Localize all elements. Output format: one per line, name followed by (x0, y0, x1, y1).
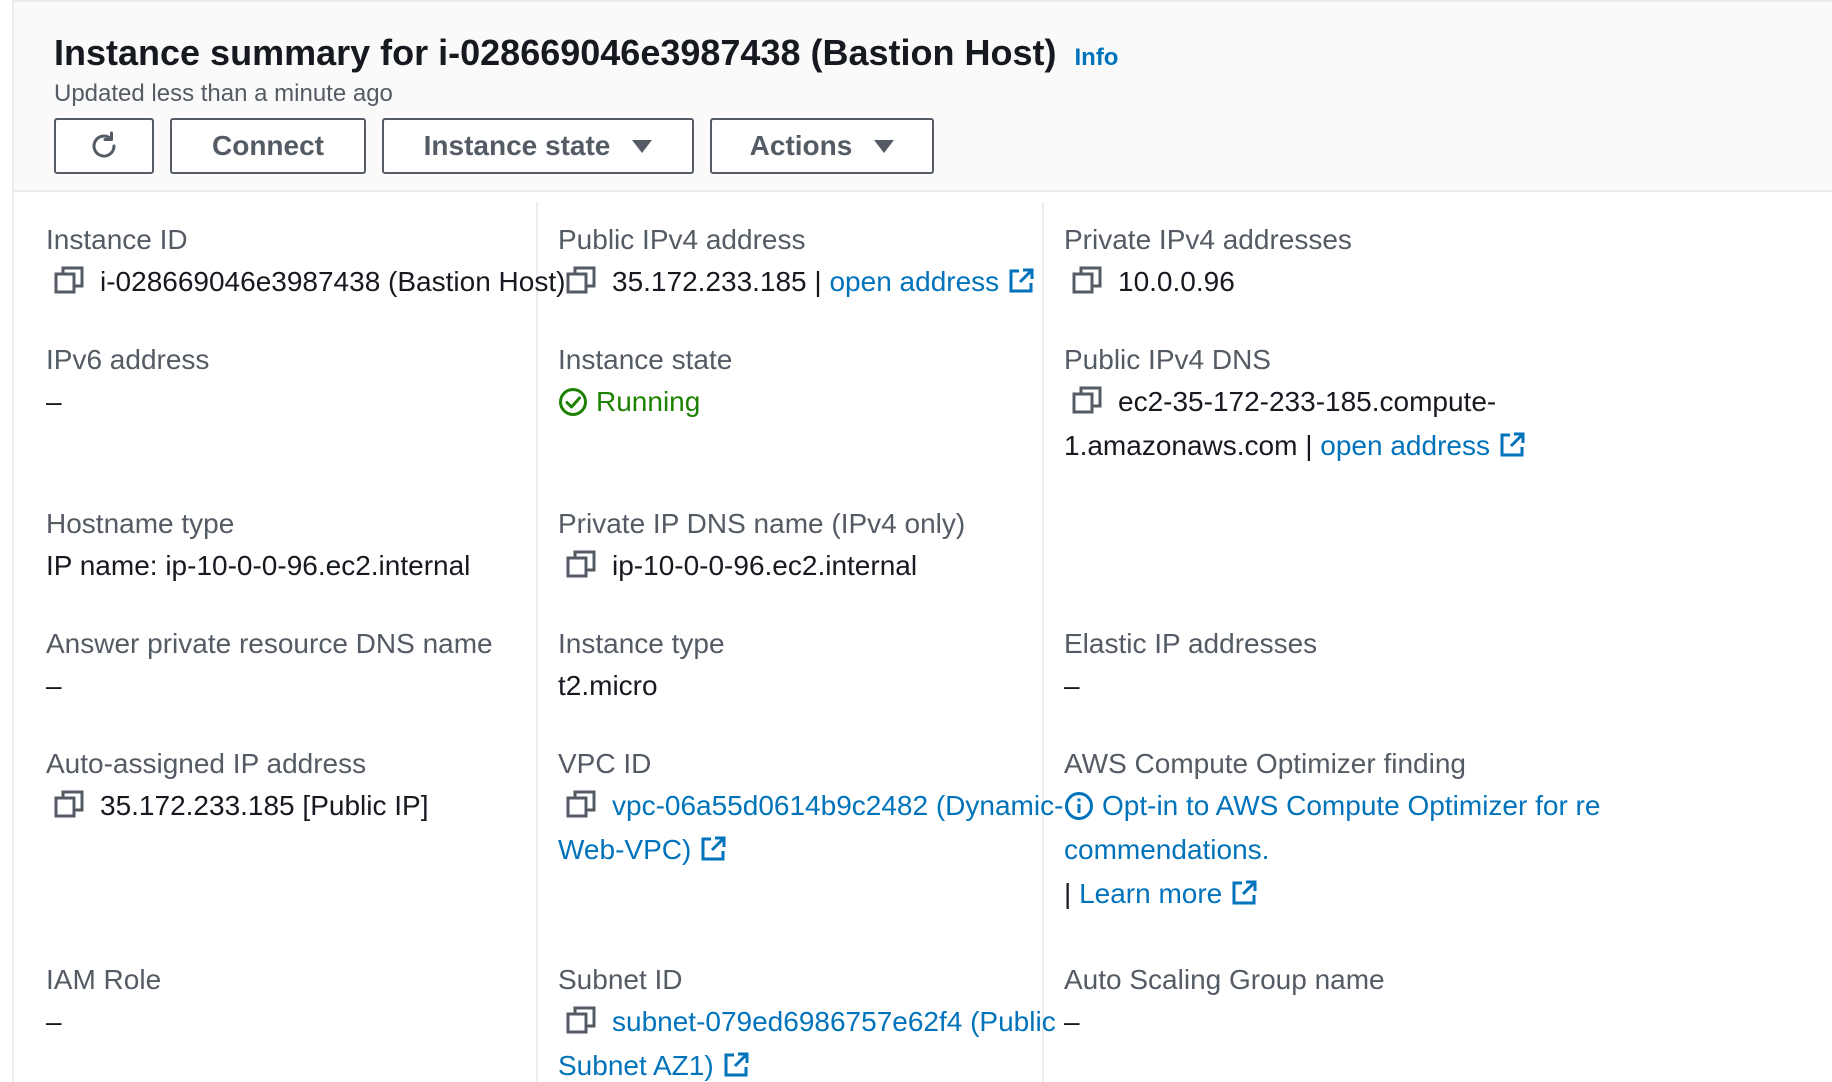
field-label: Elastic IP addresses (1064, 628, 1318, 659)
caret-down-icon (874, 139, 895, 153)
external-link-icon[interactable] (1498, 431, 1526, 459)
vpc-id-link[interactable]: vpc-06a55d0614b9c2482 (Dynamic- (612, 790, 1063, 821)
field-private-dns: Private IP DNS name (IPv4 only) ip-10-0-… (558, 506, 1118, 588)
copy-icon[interactable] (1072, 266, 1104, 294)
field-label: Public IPv4 DNS (1064, 344, 1271, 375)
optimizer-opt-in-link[interactable]: Opt-in to AWS Compute Optimizer for re (1102, 790, 1600, 821)
ipv6-value: – (46, 386, 62, 417)
field-public-ipv4: Public IPv4 address 35.172.233.185 | ope… (558, 222, 1118, 304)
refresh-button[interactable] (54, 118, 154, 174)
subnet-id-link[interactable]: subnet-079ed6986757e62f4 (Public (612, 1006, 1056, 1037)
field-instance-type: Instance type t2.micro (558, 626, 1118, 708)
separator: | (806, 266, 830, 297)
external-link-icon[interactable] (1230, 879, 1258, 907)
field-label: Instance type (558, 628, 725, 659)
external-link-icon[interactable] (1007, 267, 1035, 295)
copy-icon[interactable] (566, 550, 598, 578)
actions-dropdown[interactable]: Actions (710, 118, 934, 174)
external-link-icon[interactable] (722, 1051, 750, 1079)
field-elastic-ip: Elastic IP addresses – (1064, 626, 1624, 708)
field-private-ipv4: Private IPv4 addresses 10.0.0.96 (1064, 222, 1624, 304)
private-ipv4-value: 10.0.0.96 (1118, 266, 1235, 297)
page-title: Instance summary for i-028669046e3987438… (54, 32, 1057, 73)
instance-id-value: i-028669046e3987438 (Bastion Host) (100, 266, 566, 297)
public-dns-value-continued: 1.amazonaws.com (1064, 430, 1298, 461)
check-circle-icon (559, 388, 587, 416)
hostname-type-value: IP name: ip-10-0-0-96.ec2.internal (46, 550, 471, 581)
field-public-dns: Public IPv4 DNS ec2-35-172-233-185.compu… (1064, 342, 1624, 468)
field-optimizer: AWS Compute Optimizer finding Opt-in to … (1064, 746, 1824, 916)
info-circle-icon (1065, 792, 1093, 820)
field-subnet-id: Subnet ID subnet-079ed6986757e62f4 (Publ… (558, 962, 1118, 1082)
field-label: Private IP DNS name (IPv4 only) (558, 508, 966, 539)
separator: | (1297, 430, 1321, 461)
copy-icon[interactable] (54, 266, 86, 294)
refresh-icon (92, 131, 116, 158)
copy-icon[interactable] (54, 790, 86, 818)
instance-state-dropdown[interactable]: Instance state (382, 118, 694, 174)
auto-ip-value: 35.172.233.185 [Public IP] (100, 790, 429, 821)
field-label: Instance state (558, 344, 733, 375)
field-label: Public IPv4 address (558, 224, 806, 255)
instance-state-label: Instance state (423, 130, 611, 161)
open-address-link[interactable]: open address (829, 266, 999, 297)
field-label: AWS Compute Optimizer finding (1064, 748, 1466, 779)
public-dns-value: ec2-35-172-233-185.compute- (1118, 386, 1497, 417)
field-hostname-type: Hostname type IP name: ip-10-0-0-96.ec2.… (46, 506, 606, 588)
instance-state-value: Running (596, 386, 701, 417)
field-auto-ip: Auto-assigned IP address 35.172.233.185 … (46, 746, 606, 828)
answer-dns-value: – (46, 670, 62, 701)
field-answer-dns: Answer private resource DNS name – (46, 626, 606, 708)
field-label: Hostname type (46, 508, 235, 539)
actions-label: Actions (749, 130, 853, 161)
field-iam-role: IAM Role – (46, 962, 606, 1044)
toolbar: Connect Instance state Actions (54, 118, 934, 174)
caret-down-icon (632, 139, 653, 153)
field-instance-id: Instance ID i-028669046e3987438 (Bastion… (46, 222, 606, 304)
optimizer-opt-in-link-continued[interactable]: commendations. (1064, 834, 1269, 865)
elastic-ip-value: – (1064, 670, 1080, 701)
field-asg-name: Auto Scaling Group name – (1064, 962, 1624, 1044)
instance-summary-panel: Instance summary for i-028669046e3987438… (12, 0, 1832, 1082)
copy-icon[interactable] (566, 1006, 598, 1034)
title-row: Instance summary for i-028669046e3987438… (54, 32, 1118, 74)
connect-button[interactable]: Connect (170, 118, 366, 174)
summary-header: Instance summary for i-028669046e3987438… (14, 0, 1832, 192)
private-dns-value: ip-10-0-0-96.ec2.internal (612, 550, 918, 581)
separator: | (1064, 878, 1080, 909)
field-ipv6: IPv6 address – (46, 342, 606, 424)
field-instance-state: Instance state Running (558, 342, 1118, 424)
field-label: Auto-assigned IP address (46, 748, 367, 779)
external-link-icon[interactable] (699, 835, 727, 863)
copy-icon[interactable] (566, 790, 598, 818)
field-label: IAM Role (46, 964, 162, 995)
updated-timestamp: Updated less than a minute ago (54, 80, 393, 107)
instance-type-value: t2.micro (558, 670, 658, 701)
field-label: Subnet ID (558, 964, 683, 995)
iam-role-value: – (46, 1006, 62, 1037)
subnet-id-link-continued[interactable]: Subnet AZ1) (558, 1050, 714, 1081)
vpc-id-link-continued[interactable]: Web-VPC) (558, 834, 691, 865)
info-link[interactable]: Info (1074, 44, 1118, 72)
field-label: IPv6 address (46, 344, 210, 375)
learn-more-link[interactable]: Learn more (1079, 878, 1222, 909)
asg-name-value: – (1064, 1006, 1080, 1037)
field-label: VPC ID (558, 748, 652, 779)
field-label: Auto Scaling Group name (1064, 964, 1385, 995)
copy-icon[interactable] (1072, 386, 1104, 414)
open-address-link[interactable]: open address (1320, 430, 1490, 461)
field-label: Instance ID (46, 224, 188, 255)
copy-icon[interactable] (566, 266, 598, 294)
field-label: Answer private resource DNS name (46, 628, 493, 659)
field-label: Private IPv4 addresses (1064, 224, 1352, 255)
public-ipv4-value: 35.172.233.185 (612, 266, 807, 297)
field-vpc-id: VPC ID vpc-06a55d0614b9c2482 (Dynamic- W… (558, 746, 1118, 872)
